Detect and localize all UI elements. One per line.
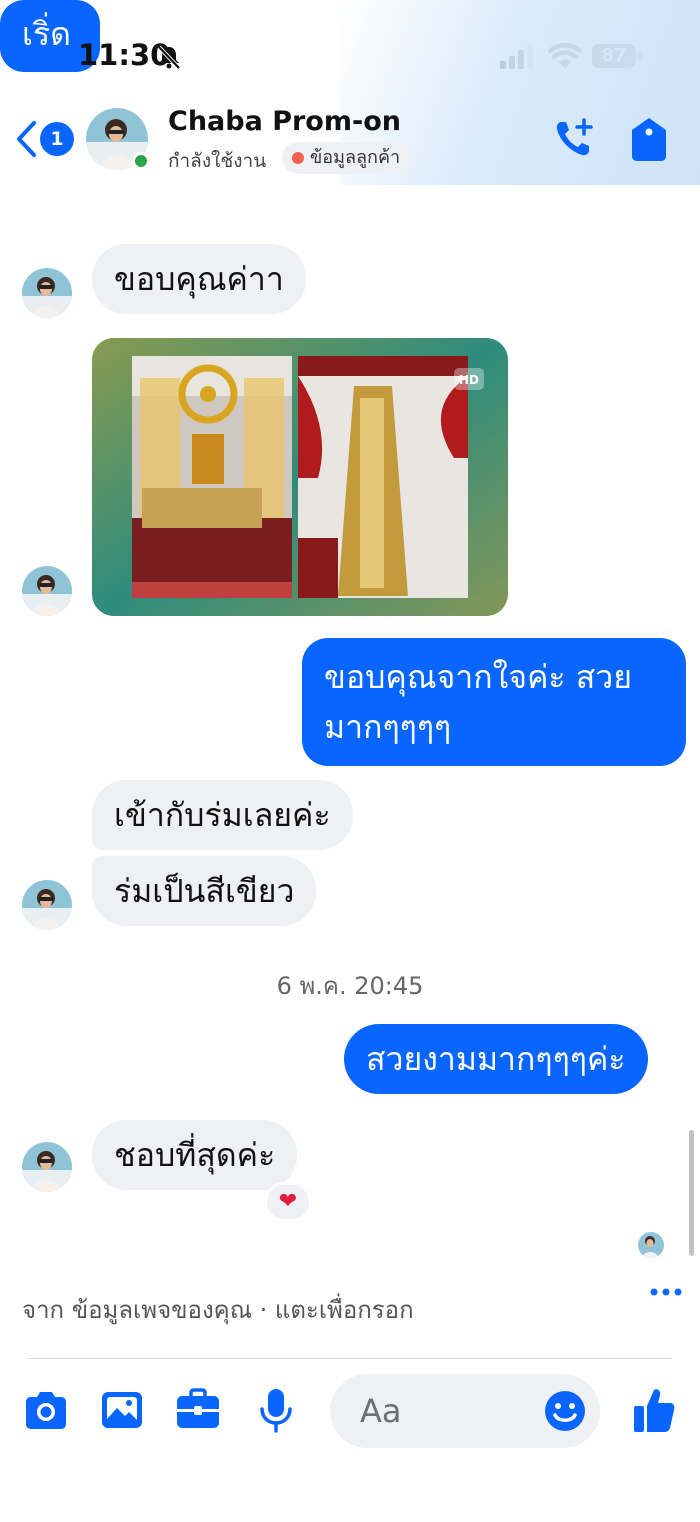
message-bubble-incoming[interactable]: ชอบที่สุดค่ะ <box>92 1120 298 1190</box>
message-bubble-incoming[interactable]: ร่มเป็นสีเขียว <box>92 856 317 926</box>
heart-reaction-icon[interactable]: ❤ <box>264 1182 312 1222</box>
thumbs-up-icon[interactable] <box>632 1386 676 1434</box>
chevron-left-icon <box>17 121 36 157</box>
customer-info-chip[interactable]: ข้อมูลลูกค้า <box>282 142 411 174</box>
tag-icon[interactable] <box>630 116 668 162</box>
bell-muted-icon <box>157 45 181 70</box>
message-line: มากๆๆๆๆ <box>324 708 452 746</box>
customer-info-label: ข้อมูลลูกค้า <box>310 147 401 168</box>
online-status-dot <box>132 152 150 170</box>
message-bubble-incoming[interactable]: ขอบคุณค่าา <box>92 244 306 314</box>
back-button[interactable]: 1 <box>14 118 74 162</box>
gallery-icon[interactable] <box>98 1386 146 1434</box>
contact-name[interactable]: Chaba Prom-on <box>168 106 401 137</box>
message-bubble-outgoing[interactable]: ขอบคุณจากใจค่ะ สวย มากๆๆๆๆ <box>302 638 686 766</box>
ceremony-photo: HD <box>92 338 508 616</box>
sender-avatar[interactable] <box>22 880 72 930</box>
briefcase-icon[interactable] <box>174 1386 222 1434</box>
unread-count-badge: 1 <box>40 122 74 156</box>
more-options-icon[interactable] <box>650 1282 682 1302</box>
microphone-icon[interactable] <box>252 1386 300 1434</box>
message-bubble-incoming[interactable]: เข้ากับร่มเลยค่ะ <box>92 780 353 850</box>
camera-icon[interactable] <box>22 1386 70 1434</box>
add-call-icon[interactable] <box>552 116 596 160</box>
message-line: ขอบคุณจากใจค่ะ สวย <box>324 658 632 696</box>
active-status-text: กำลังใช้งาน <box>168 150 267 172</box>
read-receipt-avatar <box>638 1232 664 1258</box>
scrollbar[interactable] <box>689 1130 694 1256</box>
sender-avatar[interactable] <box>22 566 72 616</box>
hd-badge: HD <box>459 373 479 387</box>
divider <box>28 1358 672 1359</box>
sender-avatar[interactable] <box>22 1142 72 1192</box>
customer-dot-icon <box>292 152 304 164</box>
sender-avatar[interactable] <box>22 268 72 318</box>
autofill-hint[interactable]: จาก ข้อมูลเพจของคุณ · แตะเพื่อกรอก <box>22 1290 414 1329</box>
message-bubble-outgoing[interactable]: สวยงามมากๆๆๆค่ะ <box>344 1024 648 1094</box>
emoji-icon[interactable] <box>544 1390 586 1432</box>
message-timestamp: 6 พ.ค. 20:45 <box>276 972 424 1000</box>
image-message[interactable]: HD <box>92 338 508 616</box>
